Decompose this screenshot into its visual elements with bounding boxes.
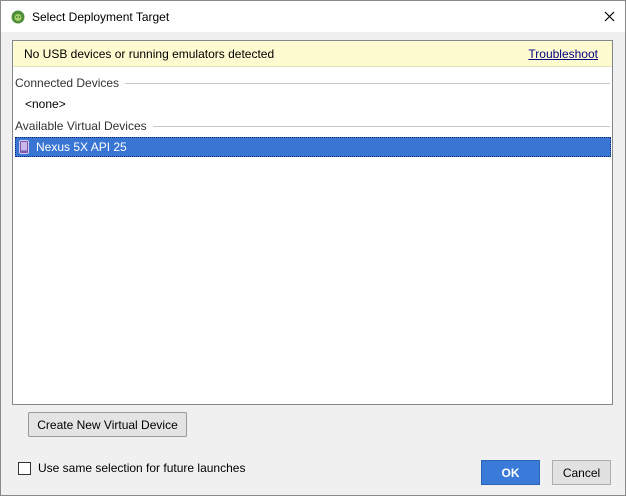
troubleshoot-link[interactable]: Troubleshoot — [528, 47, 598, 61]
connected-devices-header: Connected Devices — [15, 75, 610, 91]
device-row-nexus-5x[interactable]: Nexus 5X API 25 — [15, 137, 611, 157]
device-list-panel: No USB devices or running emulators dete… — [12, 40, 613, 405]
close-icon — [604, 11, 614, 22]
connected-none-item: <none> — [25, 97, 66, 111]
phone-icon — [19, 140, 29, 154]
close-button[interactable] — [593, 1, 625, 32]
cancel-button[interactable]: Cancel — [552, 460, 611, 485]
same-selection-checkbox[interactable] — [18, 461, 31, 475]
android-studio-icon — [11, 10, 25, 24]
same-selection-option[interactable]: Use same selection for future launches — [18, 461, 245, 475]
create-new-virtual-device-button[interactable]: Create New Virtual Device — [28, 412, 187, 437]
ok-button-label: OK — [501, 465, 520, 480]
title-bar: Select Deployment Target — [1, 1, 625, 32]
section-divider — [152, 125, 610, 127]
deployment-target-dialog: Select Deployment Target No USB devices … — [0, 0, 626, 496]
connected-devices-label: Connected Devices — [15, 76, 120, 90]
ok-button[interactable]: OK — [481, 460, 540, 485]
available-devices-header: Available Virtual Devices — [15, 118, 610, 134]
no-devices-banner: No USB devices or running emulators dete… — [13, 41, 612, 67]
banner-message: No USB devices or running emulators dete… — [24, 47, 275, 61]
available-devices-label: Available Virtual Devices — [15, 119, 147, 133]
create-button-label: Create New Virtual Device — [37, 417, 178, 432]
cancel-button-label: Cancel — [562, 465, 601, 480]
section-divider — [125, 82, 610, 84]
same-selection-label: Use same selection for future launches — [38, 461, 246, 475]
device-label: Nexus 5X API 25 — [36, 140, 127, 154]
dialog-title: Select Deployment Target — [32, 10, 170, 24]
